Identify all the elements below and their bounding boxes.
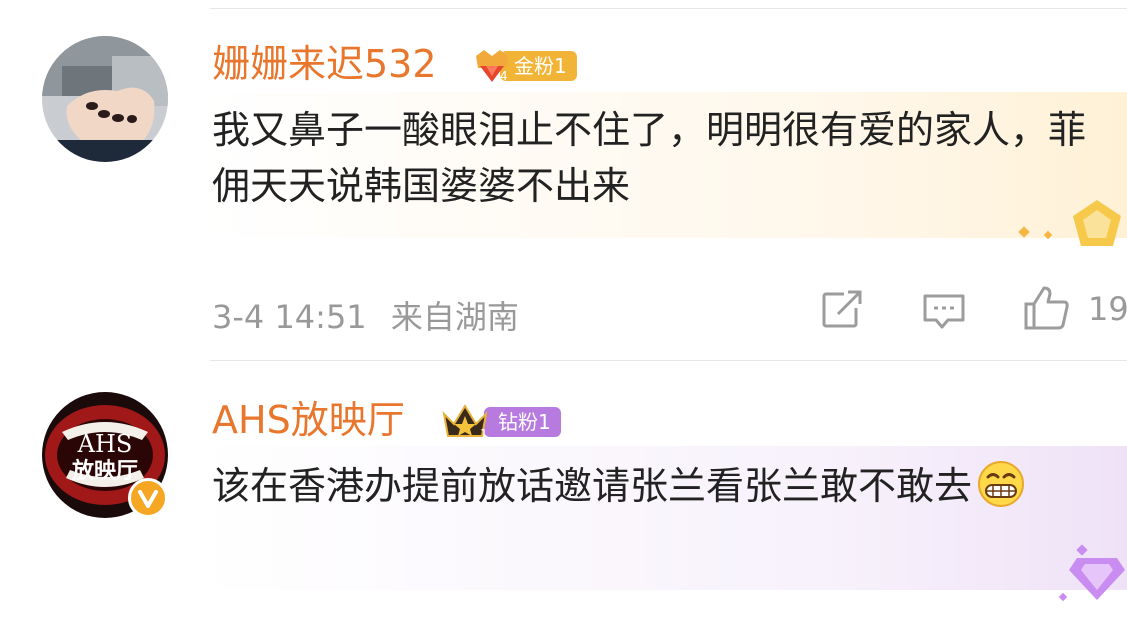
comment-text: 该在香港办提前放话邀请张兰看张兰敢不敢去 xyxy=(212,464,973,508)
comment-meta: 3-4 14:51 来自湖南 xyxy=(212,292,519,338)
username[interactable]: AHS放映厅 xyxy=(212,398,405,442)
badge-label: 钻粉1 xyxy=(484,407,561,437)
comment-divider xyxy=(210,360,1127,361)
verified-badge xyxy=(128,478,168,518)
thumbs-up-icon xyxy=(1024,286,1069,330)
avatar-logo-text: AHS xyxy=(77,430,133,458)
share-square-icon xyxy=(822,290,862,328)
avatar-logo-text: 放映厅 xyxy=(71,458,138,484)
badge-level: 4 xyxy=(500,69,508,83)
comment-text: 我又鼻子一酸眼泪止不住了，明明很有爱的家人，菲佣天天说韩国婆婆不出来 xyxy=(212,108,1087,208)
fan-badge[interactable]: 1 钻粉1 xyxy=(440,402,561,442)
v-check-icon xyxy=(138,490,158,508)
gem-crown-icon: 4 xyxy=(476,50,508,83)
comment-bubble-icon xyxy=(923,294,965,329)
badge-level: 1 xyxy=(480,427,488,441)
like-button[interactable] xyxy=(1022,284,1070,336)
location: 来自湖南 xyxy=(390,298,519,336)
crown-icon: 1 xyxy=(442,404,488,441)
reply-button[interactable] xyxy=(922,292,966,334)
grin-emoji xyxy=(978,461,1025,507)
fan-badge[interactable]: 4 金粉1 xyxy=(470,46,577,86)
avatar[interactable] xyxy=(42,36,168,162)
repost-button[interactable] xyxy=(820,290,864,334)
top-divider xyxy=(210,8,1127,9)
timestamp: 3-4 14:51 xyxy=(212,298,367,336)
sparkle-dot xyxy=(1058,592,1068,602)
like-count: 19 xyxy=(1088,290,1127,328)
comment-text-wrapper: 该在香港办提前放话邀请张兰看张兰敢不敢去 xyxy=(212,458,1092,514)
username[interactable]: 姗姗来迟532 xyxy=(212,42,437,86)
purple-gem-icon xyxy=(1069,558,1125,600)
